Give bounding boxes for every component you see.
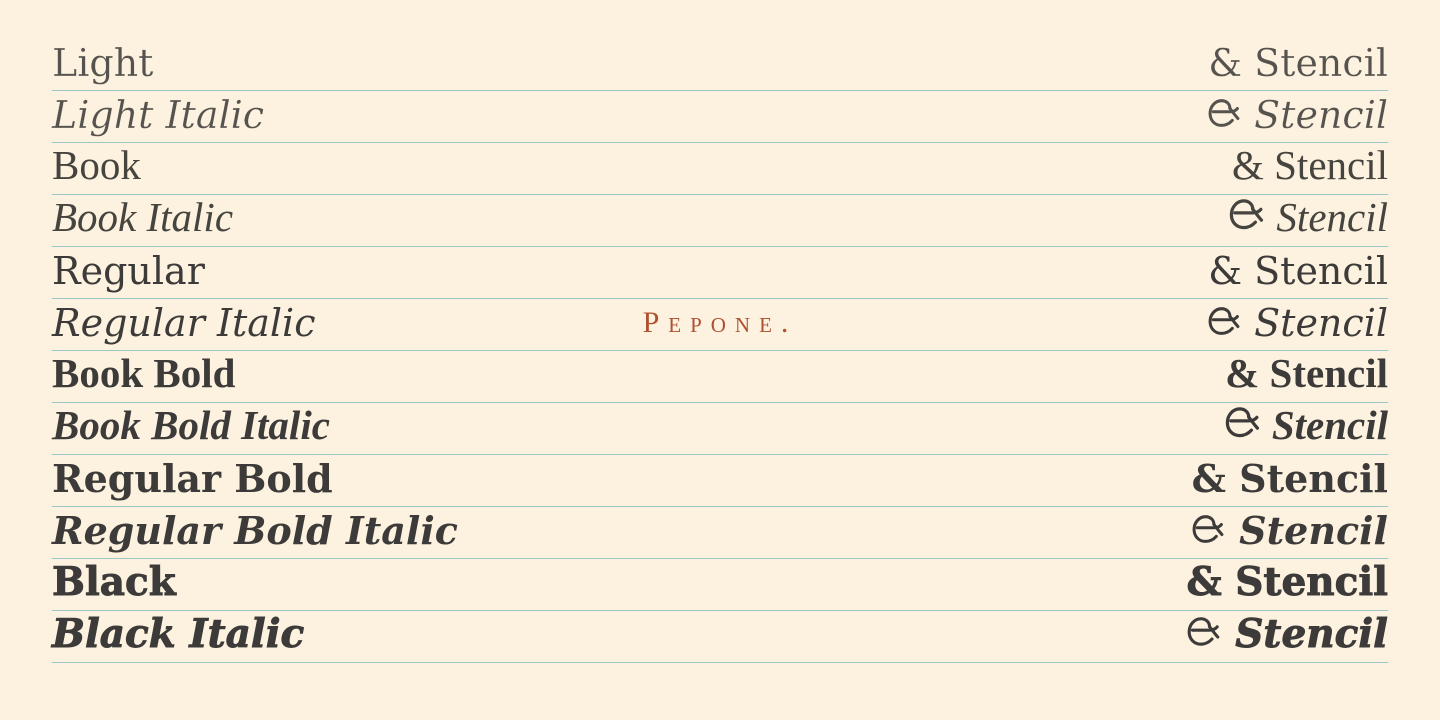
style-name: Regular	[52, 249, 205, 293]
style-name: Light Italic	[52, 93, 265, 137]
style-name: Black	[52, 559, 177, 605]
style-name: Light	[52, 41, 154, 85]
style-row: Regular Italic Stencil	[52, 299, 1388, 351]
style-name: Regular Bold Italic	[52, 508, 458, 553]
style-row: Black & Stencil	[52, 559, 1388, 611]
style-name: Book Bold Italic	[52, 402, 330, 448]
style-name: Book Italic	[52, 194, 234, 240]
stencil-label: Stencil	[1223, 405, 1388, 446]
stencil-label: Stencil	[1206, 304, 1388, 342]
style-row: Light & Stencil	[52, 39, 1388, 91]
style-name: Regular Bold	[52, 456, 333, 501]
style-row: Black Italic Stencil	[52, 611, 1388, 663]
stencil-label: & Stencil	[1186, 559, 1388, 605]
style-name: Regular Italic	[52, 301, 316, 345]
style-row: Regular Bold & Stencil	[52, 455, 1388, 507]
style-list: Light & Stencil Light Italic Stencil Boo…	[52, 39, 1388, 663]
stencil-label: Stencil	[1227, 197, 1388, 238]
italic-ampersand-icon	[1190, 514, 1226, 544]
italic-ampersand-icon	[1206, 306, 1242, 336]
style-name: Black Italic	[52, 611, 305, 657]
stencil-label: Stencil	[1206, 96, 1388, 134]
italic-ampersand-icon	[1206, 98, 1242, 128]
italic-ampersand-icon	[1227, 198, 1266, 231]
style-row: Book Italic Stencil	[52, 195, 1388, 247]
stencil-label: Stencil	[1190, 512, 1388, 550]
style-row: Book Bold Italic Stencil	[52, 403, 1388, 455]
style-name: Book Bold	[52, 350, 236, 396]
stencil-label: & Stencil	[1231, 142, 1388, 188]
style-row: Regular & Stencil	[52, 247, 1388, 299]
stencil-label: & Stencil	[1225, 350, 1388, 396]
style-row: Book Bold & Stencil	[52, 351, 1388, 403]
stencil-label: & Stencil	[1208, 41, 1388, 85]
stencil-label: & Stencil	[1208, 249, 1388, 293]
stencil-label: Stencil	[1185, 614, 1388, 654]
stencil-label: & Stencil	[1191, 456, 1388, 501]
italic-ampersand-icon	[1185, 616, 1222, 647]
type-specimen-sheet: Light & Stencil Light Italic Stencil Boo…	[0, 0, 1440, 720]
style-row: Book & Stencil	[52, 143, 1388, 195]
style-row: Regular Bold Italic Stencil	[52, 507, 1388, 559]
style-row: Light Italic Stencil	[52, 91, 1388, 143]
style-name: Book	[52, 142, 141, 188]
italic-ampersand-icon	[1223, 406, 1262, 439]
